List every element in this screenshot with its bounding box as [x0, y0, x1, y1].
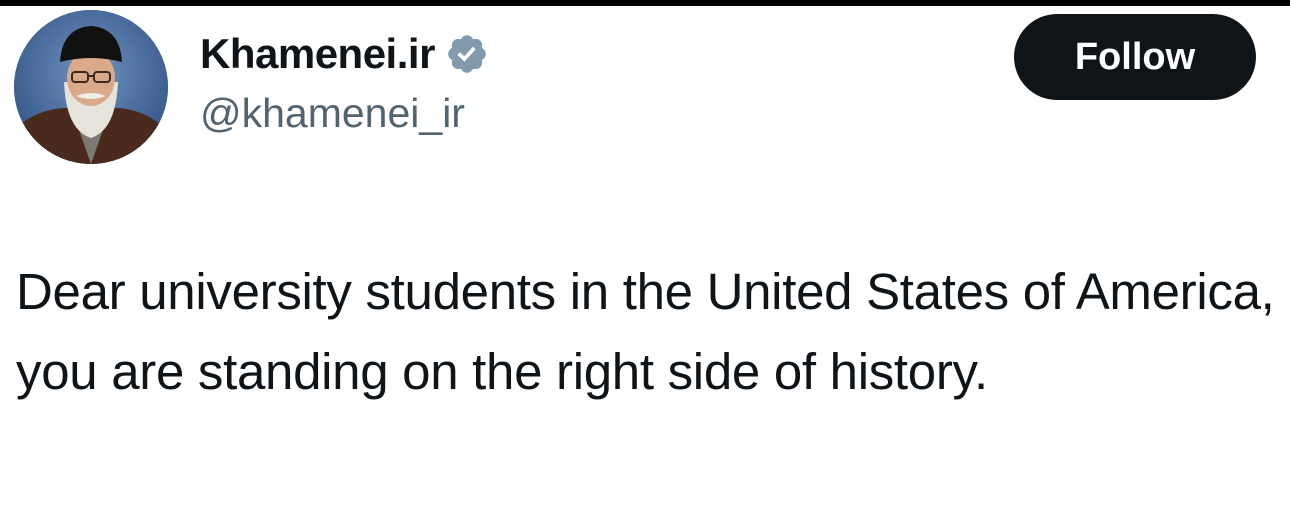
tweet-text: Dear university students in the United S… [16, 263, 1275, 400]
author-name-row: Khamenei.ir [200, 28, 489, 80]
follow-button[interactable]: Follow [1014, 14, 1256, 100]
display-name[interactable]: Khamenei.ir [200, 30, 435, 78]
user-handle[interactable]: @khamenei_ir [200, 90, 465, 137]
avatar[interactable] [14, 10, 168, 164]
top-edge-bar [0, 0, 1290, 6]
verified-badge-icon[interactable] [445, 32, 489, 76]
avatar-portrait [14, 10, 168, 164]
